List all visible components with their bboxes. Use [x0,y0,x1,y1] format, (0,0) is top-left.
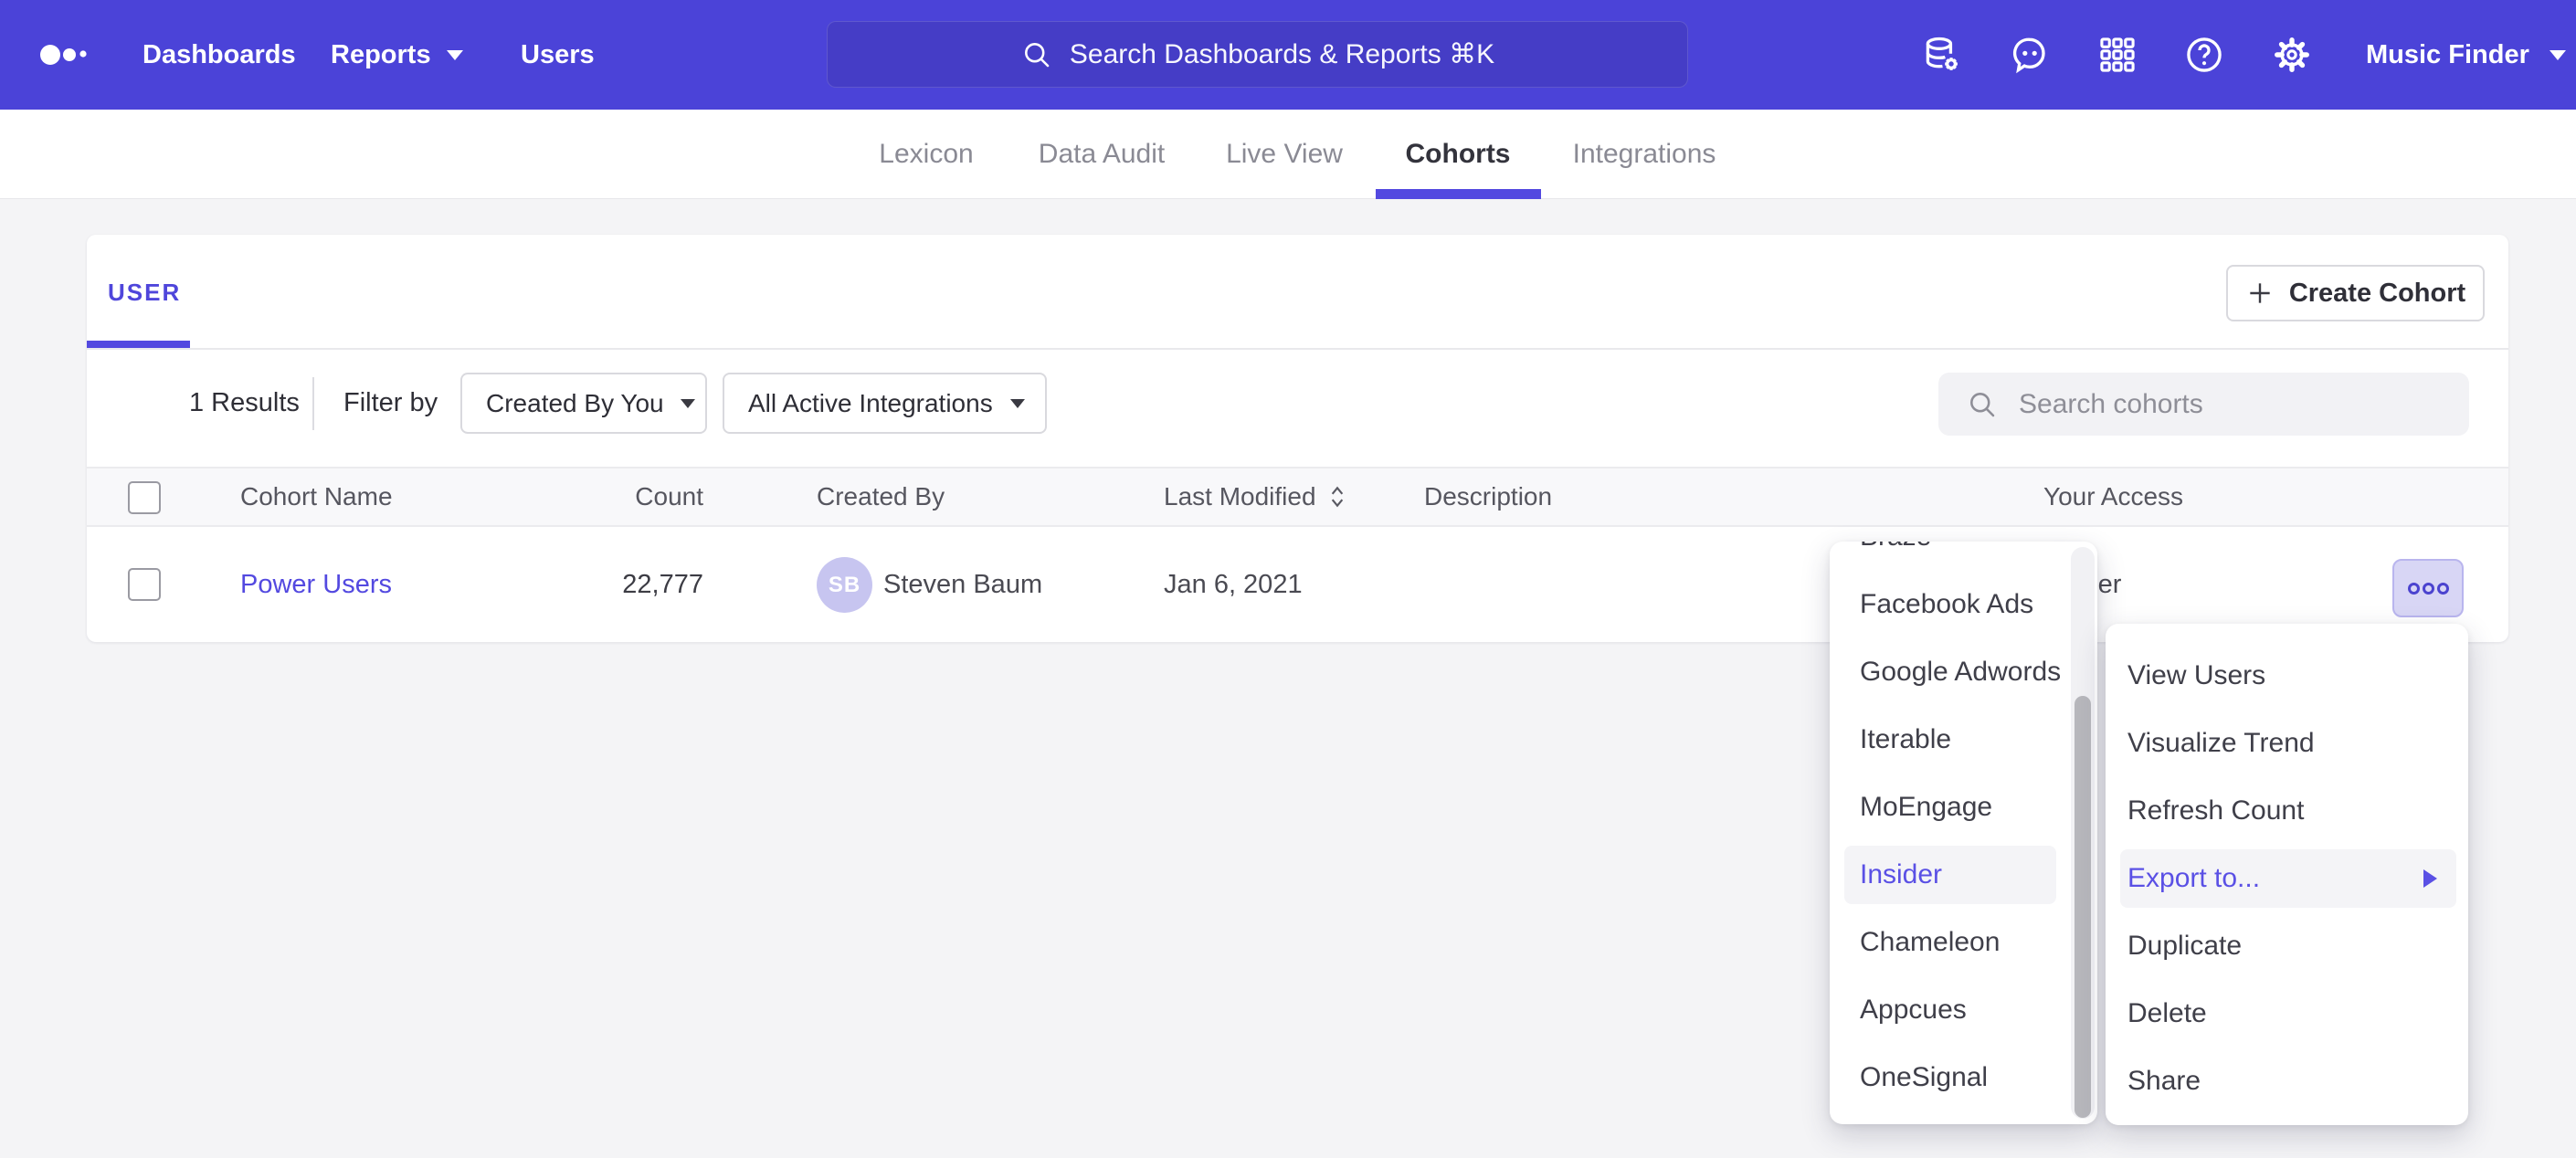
create-cohort-button[interactable]: Create Cohort [2226,265,2485,321]
ellipsis-icon [2423,583,2434,595]
nav-dashboards[interactable]: Dashboards [143,0,296,110]
settings-gear-icon[interactable] [2269,32,2315,78]
mixpanel-logo-icon[interactable] [30,0,140,110]
plus-icon [2245,279,2275,308]
ellipsis-icon [2437,583,2449,595]
global-search-input[interactable]: Search Dashboards & Reports ⌘K [827,21,1688,88]
apps-grid-icon[interactable] [2095,32,2140,78]
divider [312,377,314,430]
results-count: 1 Results [189,373,300,434]
row-actions-button[interactable] [2392,559,2464,617]
cohort-search-placeholder: Search cohorts [2019,389,2203,420]
tab-label: Lexicon [879,139,973,170]
top-navbar: Dashboards Reports Users Search Dashboar… [0,0,2576,110]
menu-item-insider[interactable]: Insider [1830,841,2097,909]
caret-down-icon [2550,50,2566,60]
row-context-menu: View Users Visualize Trend Refresh Count… [2106,624,2468,1125]
menu-item-iterable[interactable]: Iterable [1830,706,2097,774]
sort-icon [1327,483,1347,511]
menu-item-facebook-ads[interactable]: Facebook Ads [1830,571,2097,638]
filter-integrations-value: All Active Integrations [748,389,993,418]
tab-lexicon[interactable]: Lexicon [879,110,973,198]
nav-users-label: Users [521,40,595,70]
tab-integrations[interactable]: Integrations [1573,110,1716,198]
card-divider [87,348,2508,350]
nav-reports[interactable]: Reports [331,0,463,110]
col-cohort-name[interactable]: Cohort Name [240,468,393,525]
tab-cohorts[interactable]: Cohorts [1406,110,1511,198]
caret-down-icon [447,50,463,60]
select-all-checkbox[interactable] [128,481,161,514]
filter-created-by-value: Created By You [486,389,664,418]
active-tab-underline [1376,189,1541,199]
filter-created-by-dropdown[interactable]: Created By You [460,373,707,434]
menu-item-refresh-count[interactable]: Refresh Count [2106,777,2468,845]
col-description[interactable]: Description [1424,468,1552,525]
menu-item-duplicate[interactable]: Duplicate [2106,912,2468,980]
section-tabs: Lexicon Data Audit Live View Cohorts Int… [0,110,2576,199]
nav-dashboards-label: Dashboards [143,40,296,70]
menu-item-braze[interactable]: Braze [1830,542,2097,571]
tab-live-view[interactable]: Live View [1226,110,1343,198]
table-header: Cohort Name Count Created By Last Modifi… [87,467,2508,527]
filter-integrations-dropdown[interactable]: All Active Integrations [723,373,1047,434]
tab-label: Integrations [1573,139,1716,170]
tab-label: Data Audit [1039,139,1165,170]
menu-item-onesignal[interactable]: OneSignal [1830,1044,2097,1111]
col-last-modified-label: Last Modified [1164,482,1316,511]
menu-item-visualize-trend[interactable]: Visualize Trend [2106,710,2468,777]
menu-item-moengage[interactable]: MoEngage [1830,774,2097,841]
feedback-icon[interactable] [2007,32,2053,78]
nav-reports-label: Reports [331,40,431,70]
col-created-by[interactable]: Created By [817,468,945,525]
tab-data-audit[interactable]: Data Audit [1039,110,1165,198]
created-by-value: Steven Baum [883,527,1042,642]
col-your-access[interactable]: Your Access [2043,468,2183,525]
data-management-icon[interactable] [1918,32,1964,78]
cohort-name-link[interactable]: Power Users [240,527,392,642]
nav-users[interactable]: Users [521,0,595,110]
account-label: Music Finder [2366,40,2529,70]
create-cohort-label: Create Cohort [2289,279,2465,309]
menu-item-export-to[interactable]: Export to... [2106,845,2468,912]
cohorts-card: USER Create Cohort 1 Results Filter by C… [87,235,2508,642]
last-modified-value: Jan 6, 2021 [1164,527,1303,642]
tab-label: Cohorts [1406,139,1511,170]
menu-item-share[interactable]: Share [2106,1047,2468,1115]
app: Dashboards Reports Users Search Dashboar… [0,0,2576,1158]
cohort-search-input[interactable]: Search cohorts [1938,373,2469,436]
ellipsis-icon [2408,583,2420,595]
row-checkbox[interactable] [128,568,161,601]
menu-item-chameleon[interactable]: Chameleon [1830,909,2097,976]
export-integrations-menu: Braze Facebook Ads Google Adwords Iterab… [1830,542,2097,1124]
global-search-placeholder: Search Dashboards & Reports ⌘K [1070,38,1494,70]
search-icon [1020,38,1053,71]
menu-item-delete[interactable]: Delete [2106,980,2468,1047]
tab-label: Live View [1226,139,1343,170]
scrollbar-track[interactable] [2071,547,2095,1119]
scrollbar-thumb[interactable] [2075,696,2091,1118]
filter-by-label: Filter by [343,373,438,434]
help-icon[interactable] [2181,32,2227,78]
col-last-modified[interactable]: Last Modified [1164,468,1347,525]
avatar: SB [817,557,872,613]
search-icon [1966,388,1999,421]
account-menu[interactable]: Music Finder [2366,0,2566,110]
menu-item-view-users[interactable]: View Users [2106,642,2468,710]
cohort-type-tab-user[interactable]: USER [108,279,181,307]
caret-down-icon [1010,399,1025,408]
chevron-right-icon [2423,869,2437,888]
caret-down-icon [681,399,695,408]
menu-item-appcues[interactable]: Appcues [1830,976,2097,1044]
col-count[interactable]: Count [525,468,703,525]
menu-item-google-adwords[interactable]: Google Adwords [1830,638,2097,706]
cohort-count: 22,777 [525,527,703,642]
